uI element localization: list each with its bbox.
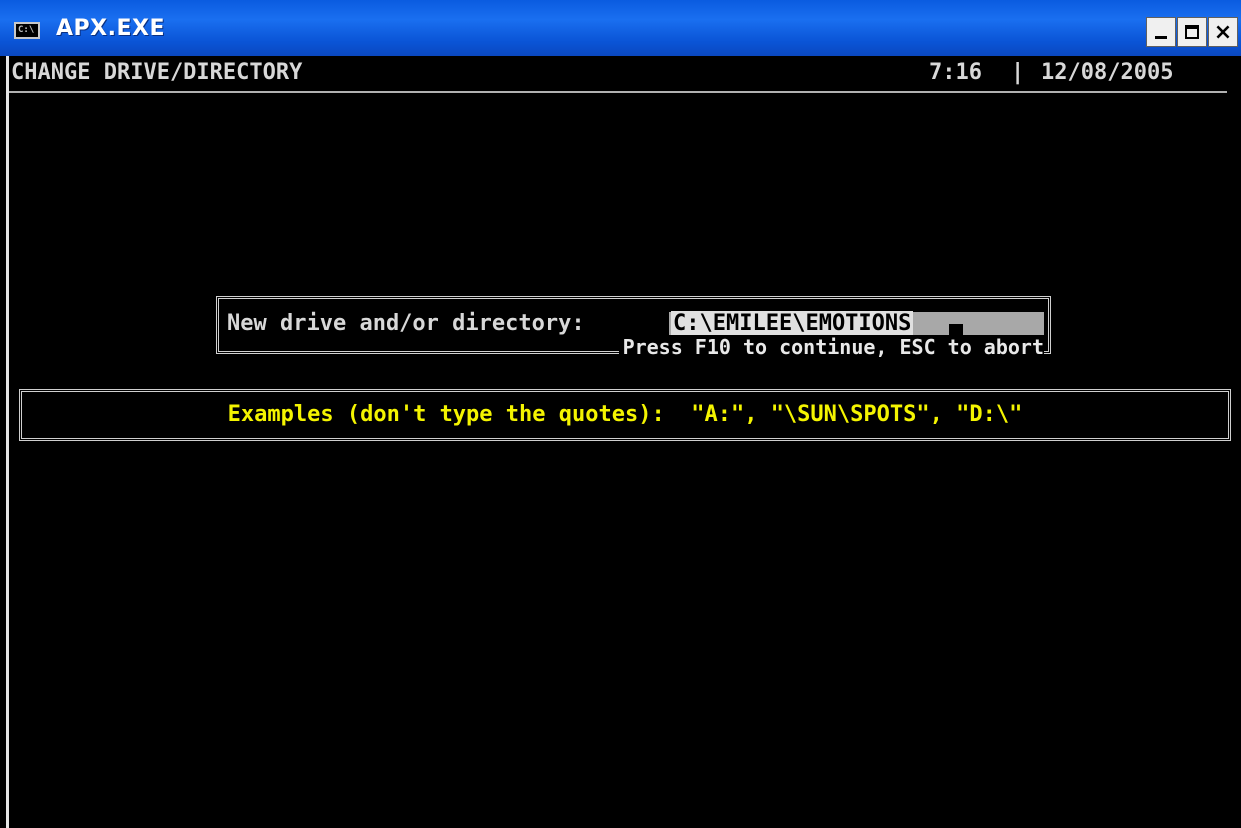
dialog-hint: Press F10 to continue, ESC to abort: [618, 335, 1044, 359]
console-area[interactable]: CHANGE DRIVE/DIRECTORY 7:16 | 12/08/2005…: [6, 56, 1235, 828]
title-bar[interactable]: C:\ APX.EXE ×: [0, 0, 1241, 56]
maximize-button[interactable]: [1177, 17, 1207, 47]
console-app-icon[interactable]: C:\: [14, 22, 40, 39]
window-title: APX.EXE: [56, 16, 165, 41]
header-separator: |: [1011, 60, 1025, 85]
close-icon: ×: [1213, 19, 1233, 45]
directory-dialog: New drive and/or directory: C:\EMILEE\EM…: [216, 296, 1051, 359]
clock-time: 7:16: [929, 60, 982, 85]
minimize-button[interactable]: [1146, 17, 1176, 47]
minimize-icon: [1155, 35, 1167, 39]
examples-text: Examples (don't type the quotes): "A:", …: [227, 402, 1023, 427]
text-cursor: [949, 324, 963, 335]
directory-input-value: C:\EMILEE\EMOTIONS: [671, 311, 914, 336]
directory-input[interactable]: C:\EMILEE\EMOTIONS: [669, 311, 1044, 336]
examples-box: Examples (don't type the quotes): "A:", …: [19, 389, 1231, 441]
close-button[interactable]: ×: [1208, 17, 1238, 47]
maximize-icon: [1185, 25, 1199, 39]
header-divider: [9, 91, 1227, 93]
directory-label: New drive and/or directory:: [227, 311, 585, 336]
screen-title: CHANGE DRIVE/DIRECTORY: [11, 60, 303, 85]
clock-date: 12/08/2005: [1041, 60, 1174, 85]
